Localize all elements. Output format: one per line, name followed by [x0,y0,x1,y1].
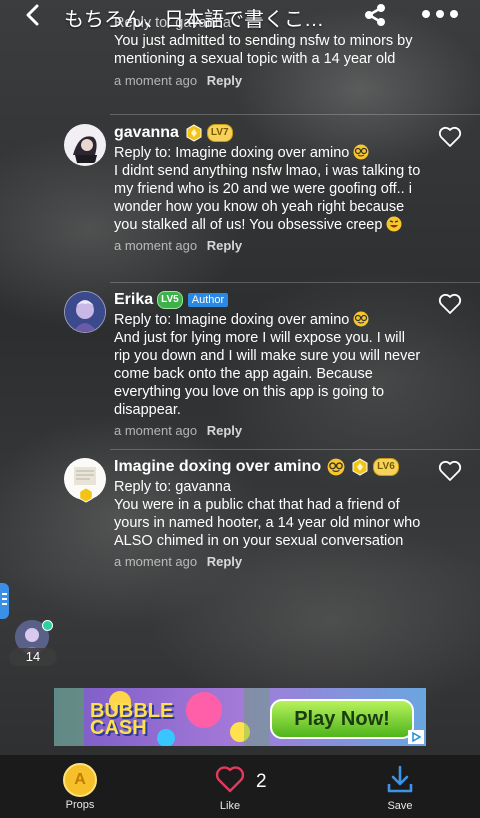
reply-button[interactable]: Reply [207,423,242,438]
heart-icon[interactable] [438,460,462,482]
heart-icon[interactable] [438,293,462,315]
ad-choices-icon[interactable] [408,730,424,744]
nerd-face-icon [353,144,369,160]
like-label: Like [219,800,241,812]
level-badge: LV5 [157,291,183,309]
online-status-dot [42,620,53,631]
curator-badge-icon [79,487,93,503]
comment-text: You just admitted to sending nsfw to min… [114,33,413,67]
reply-to-line: Reply to: Imagine doxing over amino [114,311,424,329]
save-button[interactable]: Save [380,755,420,812]
reply-to-line: Reply to: gavanna [114,479,231,495]
commenter-name[interactable]: Erika [114,291,153,309]
author-badge: Author [187,293,229,307]
reply-button[interactable]: Reply [207,73,242,88]
comment-text: I didnt send anything nsfw lmao, i was t… [114,163,421,233]
curator-badge-icon [186,124,202,142]
comment-meta: a moment ago Reply [114,72,434,90]
comment-time: a moment ago [114,554,198,569]
reply-to-line: Reply to: gavanna [114,15,231,31]
chevron-left-icon[interactable] [22,4,44,26]
reply-to-line: Reply to: Imagine doxing over amino [114,144,424,162]
comment-time: a moment ago [114,423,198,438]
bottom-action-bar: A Props Like Save [0,755,480,818]
comment-meta: a moment ago Reply [114,238,424,253]
props-coin-icon: A [63,763,97,797]
heart-icon[interactable] [438,126,462,148]
comment-meta: a moment ago Reply [114,554,424,569]
menu-lines-icon [2,593,7,608]
commenter-name[interactable]: gavanna [114,124,179,142]
reply-button[interactable]: Reply [207,238,242,253]
reply-button[interactable]: Reply [207,554,242,569]
divider [110,114,480,115]
save-label: Save [387,800,413,812]
comment-time: a moment ago [114,238,198,253]
curator-badge-icon [352,458,368,476]
download-icon [387,765,413,793]
comment-time: a moment ago [114,73,198,88]
props-button[interactable]: A Props [54,755,106,811]
online-count[interactable]: 14 [9,648,57,666]
heart-icon [215,766,245,793]
comment-meta: a moment ago Reply [114,423,424,438]
comment-text: And just for lying more I will expose yo… [114,330,421,418]
ad-banner[interactable]: BUBBLE CASH Play Now! [54,688,426,746]
like-count: 2 [256,771,267,792]
nerd-face-icon [327,458,345,476]
comment-fragment: Reply to: gavanna You just admitted to s… [114,14,434,90]
commenter-name[interactable]: Imagine doxing over amino [114,458,321,476]
like-button[interactable]: Like [212,755,248,812]
divider [110,282,480,283]
play-now-button[interactable]: Play Now! [270,699,414,739]
avatar[interactable] [64,291,106,333]
props-label: Props [65,799,95,811]
comment-text: You were in a public chat that had a fri… [114,497,421,549]
divider [110,449,480,450]
level-badge: LV6 [373,458,399,476]
nerd-face-icon [353,311,369,327]
avatar[interactable] [64,124,106,166]
rofl-face-icon [386,216,402,232]
level-badge: LV7 [206,124,233,142]
ad-brand-logo: BUBBLE CASH [90,700,174,739]
